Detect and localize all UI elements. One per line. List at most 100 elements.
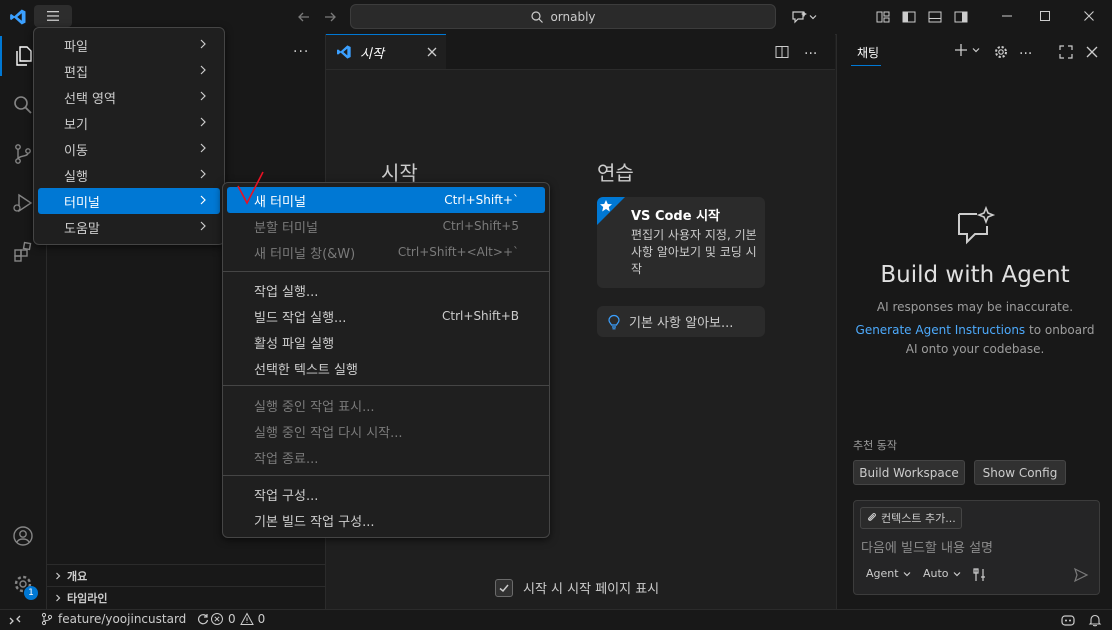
menu-item-shortcut: Ctrl+Shift+5 xyxy=(442,219,519,233)
close-icon[interactable] xyxy=(1066,0,1112,32)
sidebar-more-actions[interactable]: ... xyxy=(293,40,309,56)
menu-item-new-terminal[interactable]: 새 터미널 Ctrl+Shift+` xyxy=(227,187,545,213)
toggle-primary-sidebar-icon[interactable] xyxy=(899,7,919,27)
menu-item-label: 빌드 작업 실행... xyxy=(254,310,347,326)
menu-item-terminal[interactable]: 터미널 xyxy=(38,188,220,214)
layout-icon[interactable] xyxy=(873,7,893,27)
chat-title: Build with Agent xyxy=(880,262,1070,288)
menu-item-selection[interactable]: 선택 영역 xyxy=(38,84,220,110)
chevron-down-icon xyxy=(972,48,980,53)
tools-icon[interactable] xyxy=(972,567,988,583)
chat-instructions-line: Generate Agent Instructions to onboard xyxy=(837,323,1112,337)
sync-icon[interactable] xyxy=(196,612,210,626)
timeline-label: 타임라인 xyxy=(67,591,108,605)
search-text: ornably xyxy=(550,9,596,24)
main-menu-dropdown: 파일 편집 선택 영역 보기 이동 실행 터미널 도움말 xyxy=(33,27,225,245)
accounts-icon[interactable] xyxy=(0,516,46,556)
chevron-down-icon xyxy=(953,571,960,576)
settings-gear-icon[interactable] xyxy=(993,44,1009,60)
model-label: Auto xyxy=(923,567,949,580)
menu-item-help[interactable]: 도움말 xyxy=(38,214,220,240)
menu-item-label: 활성 파일 실행 xyxy=(254,336,335,352)
basics-card[interactable]: 기본 사항 알아보... xyxy=(597,306,765,337)
toggle-secondary-sidebar-icon[interactable] xyxy=(951,7,971,27)
menu-item-label: 작업 구성... xyxy=(254,488,319,504)
menu-item-file[interactable]: 파일 xyxy=(38,32,220,58)
editor-more-actions[interactable]: ... xyxy=(804,42,817,58)
close-chat-icon[interactable] xyxy=(1085,45,1099,59)
mode-label: Agent xyxy=(866,567,899,580)
menu-item-label: 이동 xyxy=(64,143,88,159)
menu-separator xyxy=(223,475,549,476)
walkthrough-card[interactable]: VS Code 시작 편집기 사용자 지정, 기본 사항 알아보기 및 코딩 시… xyxy=(597,197,765,288)
paperclip-icon xyxy=(868,513,876,521)
menu-item-edit[interactable]: 편집 xyxy=(38,58,220,84)
tab-welcome[interactable]: 시작 xyxy=(326,34,446,69)
menu-item-shortcut: Ctrl+Shift+` xyxy=(444,193,519,207)
warning-count: 0 xyxy=(257,612,266,626)
chat-disclaimer: AI responses may be inaccurate. xyxy=(876,300,1074,314)
agent-mode-dropdown[interactable]: Agent xyxy=(866,567,912,580)
maximize-chat-icon[interactable] xyxy=(1058,44,1074,60)
outline-section-header[interactable]: 개요 xyxy=(47,564,325,586)
manage-gear-icon[interactable]: 1 xyxy=(0,564,46,604)
show-on-startup[interactable]: 시작 시 시작 페이지 표시 xyxy=(495,578,659,597)
timeline-section-header[interactable]: 타임라인 xyxy=(47,586,325,608)
build-workspace-button[interactable]: Build Workspace xyxy=(853,460,965,485)
problems-indicator[interactable]: 0 0 xyxy=(210,612,265,626)
menu-item-shortcut: Ctrl+Shift+<Alt>+` xyxy=(397,245,519,259)
hamburger-menu-icon xyxy=(47,11,59,21)
menu-item-label: 보기 xyxy=(64,117,88,133)
star-icon xyxy=(600,200,612,212)
new-chat-button[interactable] xyxy=(953,42,981,58)
chat-input-box[interactable]: 컨텍스트 추가... 다음에 빌드할 내용 설명 Agent Auto xyxy=(853,500,1100,595)
chat-more-actions[interactable]: ... xyxy=(1019,42,1032,58)
menu-item-run-build-task[interactable]: 빌드 작업 실행... Ctrl+Shift+B xyxy=(227,303,545,329)
menu-item-configure-default-build-task[interactable]: 기본 빌드 작업 구성... xyxy=(227,507,545,533)
menu-item-label: 실행 중인 작업 표시... xyxy=(254,399,375,415)
add-context-button[interactable]: 컨텍스트 추가... xyxy=(860,507,962,529)
menu-item-configure-tasks[interactable]: 작업 구성... xyxy=(227,481,545,507)
startup-checkbox[interactable] xyxy=(495,578,513,597)
walkthrough-description: 편집기 사용자 지정, 기본 사항 알아보기 및 코딩 시작 xyxy=(631,228,757,276)
menu-item-go[interactable]: 이동 xyxy=(38,136,220,162)
generate-instructions-link[interactable]: Generate Agent Instructions xyxy=(856,323,1026,337)
copilot-icon xyxy=(792,11,807,24)
chevron-right-icon xyxy=(200,65,206,75)
menu-item-run-active-file[interactable]: 활성 파일 실행 xyxy=(227,329,545,355)
menu-item-label: 새 터미널 창(&W) xyxy=(254,246,356,262)
chevron-right-icon xyxy=(200,169,206,179)
startup-checkbox-label: 시작 시 시작 페이지 표시 xyxy=(523,582,660,597)
menu-item-split-terminal: 분할 터미널 Ctrl+Shift+5 xyxy=(227,213,545,239)
send-icon[interactable] xyxy=(1073,567,1089,583)
chevron-right-icon xyxy=(200,195,206,205)
menu-item-run-task[interactable]: 작업 실행... xyxy=(227,277,545,303)
copilot-status-icon[interactable] xyxy=(1060,612,1076,628)
show-config-button[interactable]: Show Config xyxy=(974,460,1066,485)
close-tab-icon[interactable] xyxy=(426,46,438,58)
menu-item-run[interactable]: 실행 xyxy=(38,162,220,188)
remote-icon[interactable] xyxy=(8,613,22,627)
hamburger-menu-button[interactable] xyxy=(34,5,72,27)
menu-item-label: 실행 중인 작업 다시 시작... xyxy=(254,425,403,441)
minimize-icon[interactable] xyxy=(986,0,1028,32)
menu-item-run-selected-text[interactable]: 선택한 텍스트 실행 xyxy=(227,355,545,381)
menu-item-view[interactable]: 보기 xyxy=(38,110,220,136)
maximize-icon[interactable] xyxy=(1024,0,1066,32)
toggle-panel-icon[interactable] xyxy=(925,7,945,27)
model-dropdown[interactable]: Auto xyxy=(923,567,962,580)
chevron-right-icon xyxy=(200,117,206,127)
update-badge: 1 xyxy=(24,586,38,600)
split-editor-icon[interactable] xyxy=(772,42,792,62)
chat-tab[interactable]: 채팅 xyxy=(857,44,879,61)
notifications-bell-icon[interactable] xyxy=(1088,613,1102,627)
copilot-menu-button[interactable] xyxy=(787,6,821,28)
vscode-logo-icon xyxy=(8,7,28,27)
branch-indicator[interactable]: feature/yoojincustard xyxy=(40,612,210,626)
menu-item-label: 분할 터미널 xyxy=(254,220,318,236)
back-arrow-icon[interactable] xyxy=(294,7,314,27)
chat-input-placeholder[interactable]: 다음에 빌드할 내용 설명 xyxy=(861,537,993,556)
checkmark-icon xyxy=(499,584,509,592)
command-center-search[interactable]: ornably xyxy=(350,4,776,29)
forward-arrow-icon[interactable] xyxy=(320,7,340,27)
